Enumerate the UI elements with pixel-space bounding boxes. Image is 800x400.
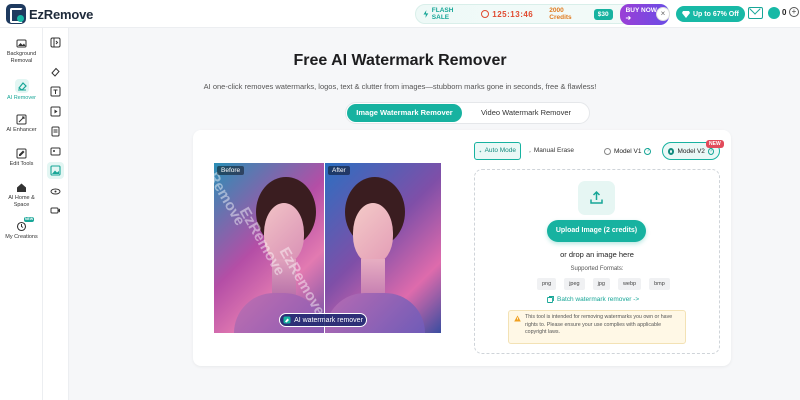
sidebar-label: AI Remover [6, 95, 37, 101]
batch-icon [547, 296, 554, 303]
bolt-icon [423, 10, 429, 18]
before-image: EzRemove EzRemove EzRemove Before [214, 163, 328, 333]
discount-button[interactable]: Up to 67% Off [676, 6, 745, 22]
format-badge: png [537, 278, 557, 290]
discount-label: Up to 67% Off [693, 10, 739, 18]
auto-mode-label: Auto Mode [484, 147, 516, 154]
tab-image-watermark-remover[interactable]: Image Watermark Remover [347, 104, 462, 122]
supported-formats-label: Supported Formats: [570, 266, 624, 272]
history-icon: NEW [16, 217, 35, 232]
app-logo[interactable]: EzRemove [6, 4, 93, 24]
copyright-notice: This tool is intended for removing water… [508, 310, 686, 344]
document-tool-icon[interactable] [50, 124, 61, 137]
sidebar-item-edit-tools[interactable]: Edit Tools [0, 148, 43, 168]
video-tool-icon[interactable] [50, 104, 61, 117]
upload-icon-box[interactable] [578, 181, 615, 215]
after-image: After [325, 163, 441, 333]
manual-erase-button[interactable]: Manual Erase [524, 142, 579, 160]
model-v2-label: Model V2 [677, 147, 705, 155]
after-label: After [328, 166, 350, 175]
eraser-icon [529, 150, 531, 153]
logo-icon [6, 4, 26, 24]
home-icon [16, 182, 27, 193]
page-subtitle: AI one-click removes watermarks, logos, … [203, 82, 597, 91]
tab-video-watermark-remover[interactable]: Video Watermark Remover [466, 104, 586, 122]
mode-tabs: Image Watermark Remover Video Watermark … [345, 102, 590, 124]
coin-balance: 0 [782, 8, 787, 17]
sidebar-label: AI Enhancer [6, 127, 37, 133]
help-icon[interactable]: ? [707, 147, 714, 155]
sidebar-label: Edit Tools [9, 161, 34, 167]
camera-tool-icon[interactable] [50, 203, 61, 214]
object-tool-icon[interactable] [50, 144, 61, 156]
top-bar: EzRemove FLASH SALE 125:13:46 2000 Credi… [0, 0, 800, 28]
sparkle-icon [479, 149, 482, 153]
batch-label: Batch watermark remover -> [557, 296, 640, 303]
warning-icon [514, 315, 521, 322]
upload-icon [590, 190, 603, 204]
help-icon[interactable]: ? [644, 147, 652, 155]
clock-icon [481, 10, 490, 18]
sidebar-label: Space [13, 201, 30, 208]
radio-selected-icon [668, 147, 675, 155]
format-badge: jpeg [564, 278, 585, 290]
model-v1-label: Model V1 [614, 147, 642, 155]
pill-label: AI watermark remover [294, 316, 363, 324]
page-title: Free AI Watermark Remover [293, 52, 507, 69]
sidebar-item-my-creations[interactable]: NEW My Creations [0, 217, 43, 241]
model-v1-option[interactable]: Model V1 ? [604, 142, 652, 160]
edit-icon [16, 148, 27, 159]
coin-icon [768, 7, 780, 19]
upload-image-button[interactable]: Upload Image (2 credits) [547, 220, 646, 242]
collapse-panel-icon[interactable] [50, 35, 61, 48]
flash-sale-label: FLASH SALE [431, 7, 454, 21]
format-list: png jpeg jpg webp bmp [537, 278, 670, 290]
close-promo-button[interactable]: × [656, 7, 670, 21]
timer-value: 125:13:46 [492, 9, 534, 19]
new-badge: NEW [24, 217, 35, 222]
before-label: Before [217, 166, 245, 175]
manual-erase-label: Manual Erase [533, 147, 574, 154]
promo-banner[interactable]: FLASH SALE 125:13:46 2000 Credits $30 BU… [415, 3, 670, 25]
eraser-icon [283, 316, 291, 324]
image-icon [16, 38, 27, 49]
price-badge: $30 [593, 8, 613, 20]
before-after-preview: EzRemove EzRemove EzRemove Before After [214, 163, 441, 333]
sidebar-item-ai-enhancer[interactable]: AI Enhancer [0, 114, 43, 134]
enhance-icon [16, 114, 27, 125]
notice-text: This tool is intended for removing water… [525, 314, 673, 335]
mail-icon[interactable] [748, 7, 763, 19]
layers-tool-icon[interactable] [50, 184, 61, 195]
auto-mode-button[interactable]: Auto Mode [474, 142, 521, 160]
credits-offer: 2000 Credits [549, 7, 572, 21]
buy-now-label: BUY NOW [625, 6, 657, 14]
drop-hint: or drop an image here [560, 250, 634, 259]
sidebar-label: My Creations [5, 234, 38, 240]
format-badge: bmp [649, 278, 670, 290]
diamond-icon [682, 10, 690, 18]
radio-icon [604, 147, 611, 155]
app-name: EzRemove [29, 6, 94, 22]
new-badge: NEW [706, 140, 724, 148]
sidebar-item-ai-home-space[interactable]: AI Home & Space [0, 182, 43, 208]
add-coins-button[interactable]: + [789, 7, 799, 17]
ai-watermark-remover-pill: AI watermark remover [279, 313, 367, 327]
format-badge: webp [617, 278, 642, 290]
watermark-tool-icon[interactable] [47, 162, 64, 179]
flash-sale: FLASH SALE [423, 7, 471, 21]
batch-remover-link[interactable]: Batch watermark remover -> [547, 296, 639, 303]
format-badge: jpg [592, 278, 610, 290]
countdown-timer: 125:13:46 [481, 10, 533, 19]
